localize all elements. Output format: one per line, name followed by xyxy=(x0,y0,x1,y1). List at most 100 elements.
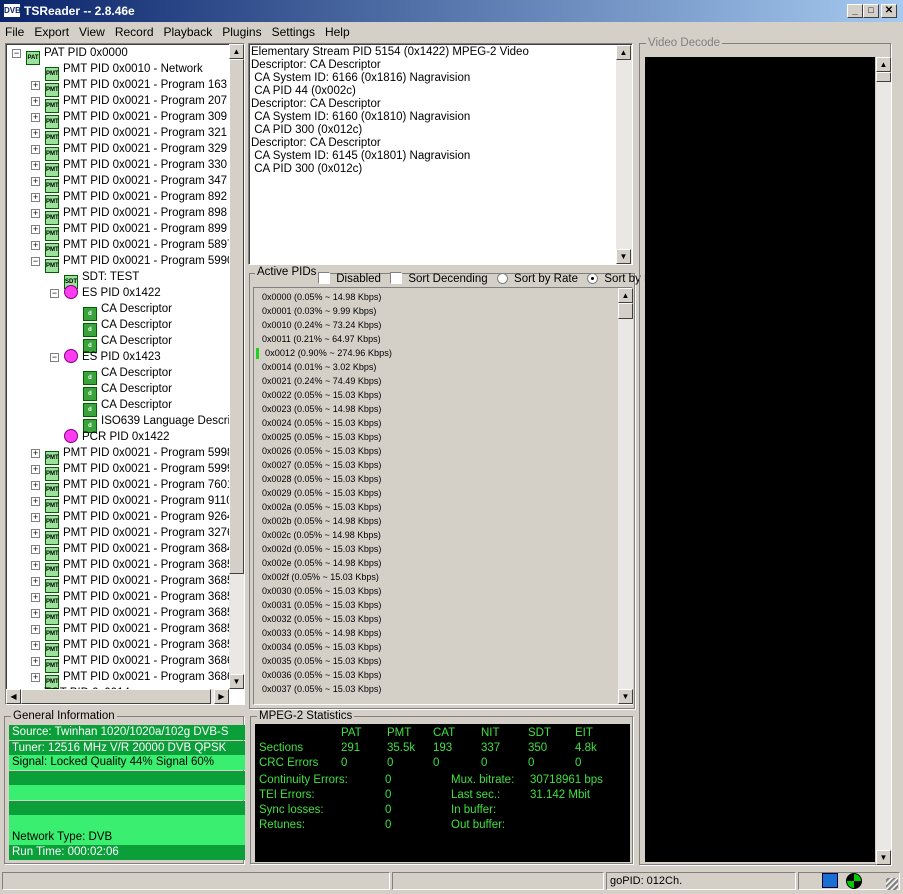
description-scrollbar[interactable]: ▲ ▼ xyxy=(616,45,632,264)
pid-row[interactable]: 0x002e (0.05% ~ 14.98 Kbps) xyxy=(262,558,381,568)
tree-expander-icon[interactable]: + xyxy=(31,225,40,234)
tree-node[interactable]: PMT PMT PID 0x0021 - Program 36859 xyxy=(45,637,240,657)
pid-row[interactable]: 0x0029 (0.05% ~ 15.03 Kbps) xyxy=(262,488,381,498)
pid-row[interactable]: 0x0037 (0.05% ~ 15.03 Kbps) xyxy=(262,684,381,694)
signal-status-icon[interactable] xyxy=(846,873,862,889)
scroll-thumb[interactable] xyxy=(618,303,633,319)
menu-view[interactable]: View xyxy=(74,22,110,39)
pid-row[interactable]: 0x0023 (0.05% ~ 14.98 Kbps) xyxy=(262,404,381,414)
tree-expander-icon[interactable]: + xyxy=(31,129,40,138)
scroll-thumb[interactable] xyxy=(21,689,211,704)
video-scrollbar[interactable]: ▲ ▼ xyxy=(876,57,891,865)
pid-row[interactable]: 0x002f (0.05% ~ 15.03 Kbps) xyxy=(262,572,379,582)
tree-node[interactable]: PMT PMT PID 0x0021 - Program 36863 xyxy=(45,669,240,689)
scroll-thumb[interactable] xyxy=(876,72,891,82)
close-button[interactable]: ✕ xyxy=(881,4,897,18)
tree-node[interactable]: d ISO639 Language Descri xyxy=(83,413,230,433)
tree-node[interactable]: PMT PMT PID 0x0021 - Program 330 xyxy=(45,157,227,177)
pid-row[interactable]: 0x0022 (0.05% ~ 15.03 Kbps) xyxy=(262,390,381,400)
tree-node[interactable]: PMT PMT PID 0x0021 - Program 9264 xyxy=(45,509,233,529)
tree-node[interactable]: PMT PMT PID 0x0021 - Program 36855 xyxy=(45,605,240,625)
menu-help[interactable]: Help xyxy=(320,22,355,39)
network-icon[interactable] xyxy=(822,873,838,888)
scroll-down-icon[interactable]: ▼ xyxy=(616,249,631,264)
menu-settings[interactable]: Settings xyxy=(267,22,320,39)
pid-row[interactable]: 0x002b (0.05% ~ 14.98 Kbps) xyxy=(262,516,381,526)
tree-expander-icon[interactable]: + xyxy=(31,193,40,202)
tree-node[interactable]: d CA Descriptor xyxy=(83,397,172,417)
sort-by-rate-radio[interactable] xyxy=(496,273,508,284)
tree-node[interactable]: d CA Descriptor xyxy=(83,381,172,401)
tree-expander-icon[interactable]: + xyxy=(31,561,40,570)
active-pids-list[interactable]: ▲ ▼ 0x0000 (0.05% ~ 14.98 Kbps) 0x0001 (0… xyxy=(253,287,633,705)
tree-expander-icon[interactable]: + xyxy=(31,529,40,538)
menu-export[interactable]: Export xyxy=(29,22,74,39)
sort-descending-checkbox[interactable] xyxy=(390,272,403,284)
scroll-up-icon[interactable]: ▲ xyxy=(229,44,244,59)
tree-node[interactable]: PMT PMT PID 0x0021 - Program 329 xyxy=(45,141,227,161)
menu-file[interactable]: File xyxy=(0,22,29,39)
pid-row[interactable]: 0x0027 (0.05% ~ 15.03 Kbps) xyxy=(262,460,381,470)
menu-plugins[interactable]: Plugins xyxy=(217,22,266,39)
pid-row[interactable]: 0x0026 (0.05% ~ 15.03 Kbps) xyxy=(262,446,381,456)
pid-row[interactable]: 0x0024 (0.05% ~ 15.03 Kbps) xyxy=(262,418,381,428)
tree-node[interactable]: PMT PMT PID 0x0021 - Program 5999 xyxy=(45,461,233,481)
pid-row[interactable]: 0x002a (0.05% ~ 15.03 Kbps) xyxy=(262,502,381,512)
pids-scrollbar[interactable]: ▲ ▼ xyxy=(618,288,633,704)
tree-node[interactable]: PMT PMT PID 0x0021 - Program 7601 xyxy=(45,477,233,497)
tree-expander-icon[interactable]: − xyxy=(31,257,40,266)
pid-row[interactable]: 0x0010 (0.24% ~ 73.24 Kbps) xyxy=(262,320,381,330)
tree-expander-icon[interactable]: + xyxy=(31,465,40,474)
pid-tree-view[interactable]: − PAT PAT PID 0x0000 PMT PMT PID 0x0010 - Ne… xyxy=(5,43,245,705)
tree-hscrollbar[interactable]: ◀ ▶ xyxy=(6,689,229,704)
tree-node[interactable]: PMT PMT PID 0x0021 - Program 163 xyxy=(45,77,227,97)
tree-node[interactable]: PMT PMT PID 0x0021 - Program 899 xyxy=(45,221,227,241)
minimize-button[interactable]: _ xyxy=(847,4,863,18)
tree-node[interactable]: PMT PMT PID 0x0021 - Program 347 xyxy=(45,173,227,193)
tree-expander-icon[interactable]: + xyxy=(31,81,40,90)
tree-node[interactable]: PAT PAT PID 0x0000 xyxy=(26,45,128,65)
tree-expander-icon[interactable]: + xyxy=(31,657,40,666)
maximize-button[interactable]: □ xyxy=(863,4,879,18)
tree-node[interactable]: SDT SDT: TEST xyxy=(64,269,139,289)
tree-expander-icon[interactable]: − xyxy=(50,353,59,362)
tree-node[interactable]: d CA Descriptor xyxy=(83,333,172,353)
tree-expander-icon[interactable]: + xyxy=(31,449,40,458)
tree-node[interactable]: PMT PMT PID 0x0021 - Program 309 xyxy=(45,109,227,129)
scroll-up-icon[interactable]: ▲ xyxy=(618,288,633,303)
pid-row[interactable]: 0x0001 (0.03% ~ 9.99 Kbps) xyxy=(262,306,376,316)
tree-node[interactable]: d CA Descriptor xyxy=(83,301,172,321)
tree-node[interactable]: PMT PMT PID 0x0021 - Program 5897 xyxy=(45,237,233,257)
tree-expander-icon[interactable]: + xyxy=(31,481,40,490)
tree-expander-icon[interactable]: + xyxy=(31,593,40,602)
tree-expander-icon[interactable]: + xyxy=(31,161,40,170)
tree-expander-icon[interactable]: + xyxy=(31,97,40,106)
pid-row[interactable]: 0x0025 (0.05% ~ 15.03 Kbps) xyxy=(262,432,381,442)
tree-expander-icon[interactable]: + xyxy=(31,609,40,618)
scroll-left-icon[interactable]: ◀ xyxy=(6,689,21,704)
tree-node[interactable]: PMT PMT PID 0x0021 - Program 36851 xyxy=(45,573,240,593)
scroll-right-icon[interactable]: ▶ xyxy=(214,689,229,704)
tree-node[interactable]: PMT PMT PID 0x0021 - Program 36857 xyxy=(45,621,240,641)
tree-node[interactable]: PMT PMT PID 0x0021 - Program 36849 xyxy=(45,541,240,561)
tree-node[interactable]: PMT PMT PID 0x0021 - Program 5990 xyxy=(45,253,233,273)
scroll-up-icon[interactable]: ▲ xyxy=(876,57,891,72)
pid-row[interactable]: 0x0032 (0.05% ~ 15.03 Kbps) xyxy=(262,614,381,624)
tree-expander-icon[interactable]: + xyxy=(31,497,40,506)
tree-expander-icon[interactable]: − xyxy=(50,289,59,298)
tree-node[interactable]: ES PID 0x1423 xyxy=(64,349,161,365)
tree-node[interactable]: PMT PMT PID 0x0021 - Program 32767 xyxy=(45,525,240,545)
video-surface[interactable] xyxy=(645,57,875,862)
tree-node[interactable]: PCR PID 0x1422 xyxy=(64,429,170,445)
pid-row[interactable]: 0x0035 (0.05% ~ 15.03 Kbps) xyxy=(262,656,381,666)
tree-expander-icon[interactable]: + xyxy=(31,145,40,154)
pid-row[interactable]: 0x0036 (0.05% ~ 15.03 Kbps) xyxy=(262,670,381,680)
pid-row[interactable]: 0x0000 (0.05% ~ 14.98 Kbps) xyxy=(262,292,381,302)
description-pane[interactable]: ▲ ▼ Elementary Stream PID 5154 (0x1422) … xyxy=(248,43,633,265)
tree-node[interactable]: d CA Descriptor xyxy=(83,365,172,385)
resize-grip-icon[interactable] xyxy=(886,878,898,890)
sort-by-pid-radio[interactable] xyxy=(587,273,599,284)
menu-record[interactable]: Record xyxy=(110,22,159,39)
scroll-up-icon[interactable]: ▲ xyxy=(616,45,631,60)
pid-row[interactable]: 0x0021 (0.24% ~ 74.49 Kbps) xyxy=(262,376,381,386)
